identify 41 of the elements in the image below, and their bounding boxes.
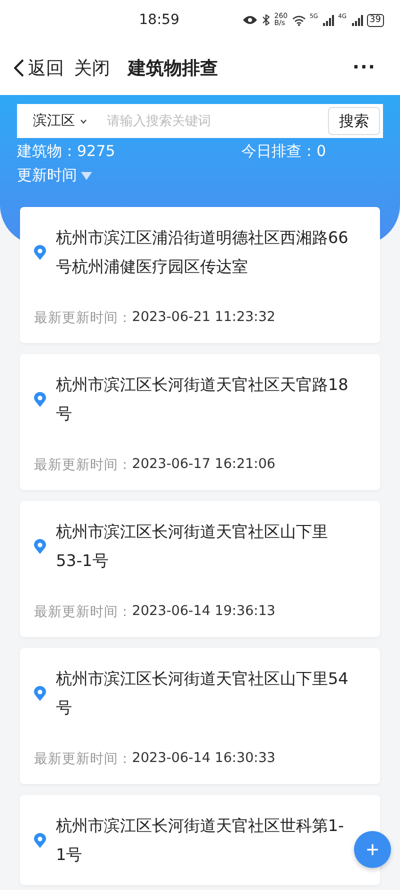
building-card[interactable]: 杭州市滨江区长河街道天官社区天官路18号 最新更新时间：2023-06-17 16:21:06: [20, 354, 380, 490]
triangle-icon: [81, 172, 92, 180]
bluetooth-icon: [262, 14, 270, 26]
building-card[interactable]: 杭州市滨江区浦沿街道明德社区西湘路66号杭州浦健医疗园区传达室 最新更新时间：2023-06-21 11:23:32: [20, 207, 380, 343]
building-count: 建筑物：9275: [17, 142, 116, 161]
building-card[interactable]: 杭州市滨江区长河街道天官社区山下里54号 最新更新时间：2023-06-14 16:30:33: [20, 648, 380, 784]
search-field[interactable]: 滨江区 请输入搜索关键词 搜索: [17, 104, 383, 138]
update-time: 2023-06-21 11:23:32: [132, 309, 276, 327]
back-button[interactable]: 返回: [14, 56, 64, 80]
building-address: 杭州市滨江区长河街道天官社区山下里54号: [56, 668, 350, 719]
time-label: 最新更新时间：: [34, 750, 132, 768]
update-time: 2023-06-14 19:36:13: [132, 603, 276, 621]
clock: 18:59: [139, 12, 180, 28]
more-button[interactable]: ···: [352, 57, 376, 78]
location-pin-icon: [34, 686, 46, 700]
location-pin-icon: [34, 392, 46, 406]
location-pin-icon: [34, 832, 46, 848]
building-card[interactable]: 杭州市滨江区长河街道天官社区山下里53-1号 最新更新时间：2023-06-14 19:36:13: [20, 501, 380, 637]
time-label: 最新更新时间：: [34, 456, 132, 474]
close-button[interactable]: 关闭: [74, 56, 110, 80]
time-label: 最新更新时间：: [34, 603, 132, 621]
building-address: 杭州市滨江区长河街道天官社区山下里53-1号: [56, 521, 329, 572]
search-button[interactable]: 搜索: [328, 107, 380, 135]
update-time: 2023-06-14 16:30:33: [132, 750, 276, 768]
update-time: 2023-06-17 16:21:06: [132, 456, 276, 474]
location-pin-icon: [34, 244, 46, 260]
district-dropdown[interactable]: 滨江区: [33, 112, 87, 130]
battery-icon: 39: [366, 14, 384, 26]
location-pin-icon: [34, 538, 46, 554]
wifi-icon: [292, 14, 306, 26]
time-label: 最新更新时间：: [34, 309, 132, 327]
chevron-icon: [80, 118, 87, 124]
building-address: 杭州市滨江区浦沿街道明德社区西湘路66号杭州浦健医疗园区传达室: [56, 227, 350, 278]
building-address: 杭州市滨江区长河街道天官社区天官路18号: [56, 374, 350, 425]
signal-icon: [350, 14, 363, 26]
page-title: 建筑物排查: [128, 56, 218, 80]
eye-icon: [242, 15, 258, 25]
back-icon: [14, 58, 24, 76]
signal-icon: [322, 14, 334, 26]
building-address: 杭州市滨江区长河街道天官社区世科第1-1号: [56, 815, 345, 866]
today-count: 今日排查：0: [241, 142, 326, 161]
